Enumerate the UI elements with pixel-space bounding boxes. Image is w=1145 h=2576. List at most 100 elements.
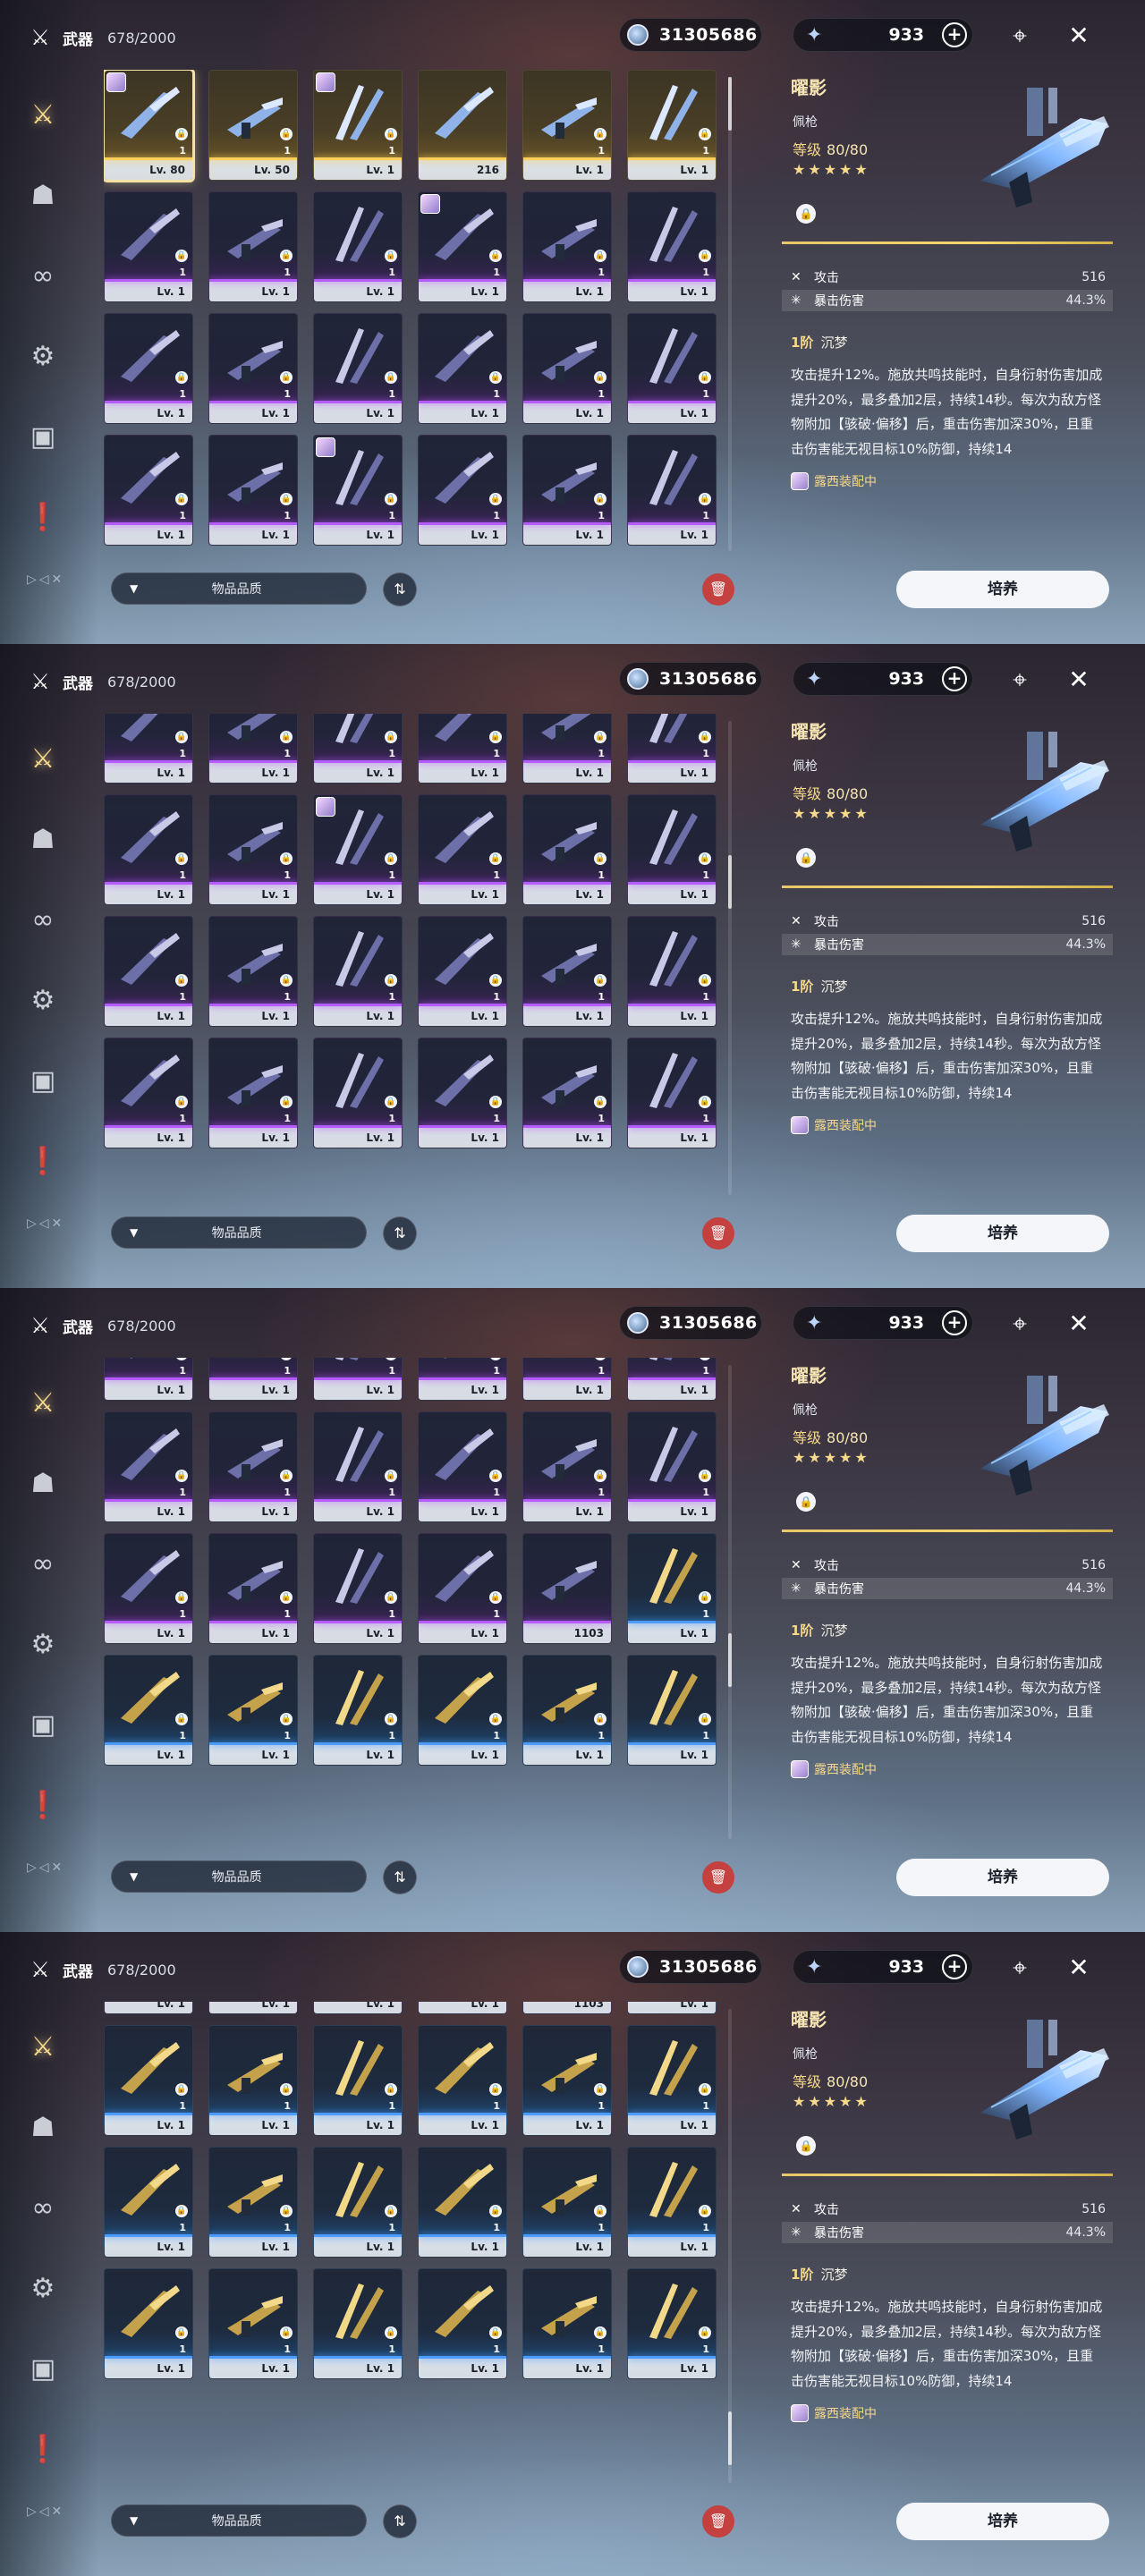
sidebar-item-weapon[interactable]: ⚔ bbox=[16, 732, 70, 785]
close-icon[interactable]: ✕ bbox=[1063, 1952, 1095, 1984]
sidebar-item-weapon[interactable]: ⚔ bbox=[16, 88, 70, 141]
weapon-card[interactable]: 🔒1Lv. 1 bbox=[208, 714, 298, 784]
sidebar-item-link[interactable]: ∞ bbox=[16, 1537, 70, 1590]
weapon-card[interactable]: 🔒1Lv. 1 bbox=[522, 1411, 612, 1522]
weapon-card[interactable]: 🔒1Lv. 1 bbox=[208, 435, 298, 546]
weapon-card[interactable]: 🔒1Lv. 1 bbox=[418, 313, 507, 424]
weapon-card[interactable]: 🔒1Lv. 1 bbox=[104, 794, 193, 905]
weapon-card[interactable]: 🔒1Lv. 1 bbox=[627, 1038, 717, 1148]
cultivate-button[interactable]: 培养 bbox=[896, 1215, 1109, 1252]
sidebar-item-link[interactable]: ∞ bbox=[16, 893, 70, 946]
weapon-card[interactable]: 🔒1Lv. 1 bbox=[418, 1358, 507, 1401]
sidebar-item-link[interactable]: ∞ bbox=[16, 2181, 70, 2234]
sidebar-item-material[interactable]: ▣ bbox=[16, 1054, 70, 1107]
weapon-card[interactable]: 🔒1Lv. 1 bbox=[313, 2268, 403, 2379]
add-currency-button[interactable]: + bbox=[942, 666, 967, 691]
weapon-card[interactable]: 🔒1Lv. 1 bbox=[627, 1358, 717, 1401]
weapon-card[interactable]: 🔒1Lv. 1 bbox=[522, 714, 612, 784]
weapon-card[interactable]: 🔒1Lv. 1 bbox=[104, 435, 193, 546]
sidebar-item-link[interactable]: ∞ bbox=[16, 249, 70, 302]
sidebar-item-device[interactable]: ⚙ bbox=[16, 1617, 70, 1671]
weapon-card[interactable]: 🔒1Lv. 1 bbox=[627, 2147, 717, 2258]
weapon-card[interactable]: 🔒1Lv. 1 bbox=[104, 313, 193, 424]
weapon-card[interactable]: 🔒1Lv. 1 bbox=[313, 191, 403, 302]
scrollbar-thumb[interactable] bbox=[728, 2411, 732, 2465]
sidebar-item-echo[interactable]: ☗ bbox=[16, 168, 70, 222]
sidebar-item-quest[interactable]: ❗ bbox=[16, 490, 70, 544]
weapon-card[interactable]: 🔒1Lv. 1 bbox=[522, 794, 612, 905]
sidebar-item-material[interactable]: ▣ bbox=[16, 2342, 70, 2395]
weapon-card[interactable]: 🔒1Lv. 1 bbox=[418, 1411, 507, 1522]
weapon-card[interactable]: 🔒1Lv. 1 bbox=[418, 2268, 507, 2379]
weapon-card[interactable]: 🔒1Lv. 1 bbox=[208, 916, 298, 1027]
weapon-card[interactable]: 🔒1Lv. 1 bbox=[313, 2002, 403, 2014]
weapon-card[interactable]: 1103 bbox=[522, 1533, 612, 1644]
quality-filter[interactable]: ▼ 物品品质 bbox=[111, 1860, 367, 1893]
weapon-card[interactable]: 🔒1Lv. 1 bbox=[418, 2147, 507, 2258]
sidebar-item-quest[interactable]: ❗ bbox=[16, 1778, 70, 1832]
weapon-card[interactable]: 🔒1Lv. 1 bbox=[522, 70, 612, 181]
sidebar-item-device[interactable]: ⚙ bbox=[16, 973, 70, 1027]
weapon-card[interactable]: 🔒1Lv. 1 bbox=[627, 435, 717, 546]
weapon-card[interactable]: 🔒1Lv. 1 bbox=[313, 794, 403, 905]
weapon-card[interactable]: 🔒1Lv. 1 bbox=[313, 2025, 403, 2136]
discard-button[interactable]: 🗑 bbox=[702, 2505, 734, 2538]
weapon-card[interactable]: 🔒1Lv. 1 bbox=[104, 1655, 193, 1766]
weapon-card[interactable]: 🔒1Lv. 1 bbox=[313, 2147, 403, 2258]
weapon-card[interactable]: 🔒1Lv. 1 bbox=[627, 1411, 717, 1522]
weapon-card[interactable]: 🔒1Lv. 1 bbox=[627, 916, 717, 1027]
weapon-card[interactable]: 🔒1Lv. 1 bbox=[104, 1358, 193, 1401]
weapon-card[interactable]: 🔒1Lv. 1 bbox=[522, 1038, 612, 1148]
scrollbar-thumb[interactable] bbox=[728, 77, 732, 131]
weapon-card[interactable]: 🔒1Lv. 1 bbox=[627, 2002, 717, 2014]
sidebar-item-weapon[interactable]: ⚔ bbox=[16, 2020, 70, 2073]
sidebar-item-device[interactable]: ⚙ bbox=[16, 329, 70, 383]
weapon-card[interactable]: 🔒1Lv. 1 bbox=[104, 2147, 193, 2258]
weapon-card[interactable]: 🔒1Lv. 1 bbox=[627, 1655, 717, 1766]
weapon-card[interactable]: 🔒1Lv. 1 bbox=[522, 435, 612, 546]
weapon-card[interactable]: 🔒1Lv. 1 bbox=[208, 1358, 298, 1401]
cultivate-button[interactable]: 培养 bbox=[896, 2503, 1109, 2540]
weapon-card[interactable]: 🔒1Lv. 1 bbox=[104, 191, 193, 302]
weapon-card[interactable]: 🔒1Lv. 1 bbox=[522, 2268, 612, 2379]
weapon-card[interactable]: 🔒1Lv. 1 bbox=[104, 2025, 193, 2136]
sort-order-button[interactable]: ⇅ bbox=[383, 1216, 417, 1250]
sort-order-button[interactable]: ⇅ bbox=[383, 2504, 417, 2538]
weapon-card[interactable]: 🔒1Lv. 1 bbox=[313, 1411, 403, 1522]
scrollbar-thumb[interactable] bbox=[728, 855, 732, 909]
sort-order-button[interactable]: ⇅ bbox=[383, 1860, 417, 1894]
currency-shell-credit[interactable]: 31305686 bbox=[619, 662, 762, 696]
weapon-card[interactable]: 🔒1Lv. 1 bbox=[104, 1038, 193, 1148]
weapon-card[interactable]: 🔒1Lv. 1 bbox=[418, 435, 507, 546]
currency-shell-credit[interactable]: 31305686 bbox=[619, 1950, 762, 1984]
quality-filter[interactable]: ▼ 物品品质 bbox=[111, 572, 367, 605]
weapon-grid[interactable]: 🔒 1 Lv. 1 🔒 1 Lv. 1 🔒 1 Lv. 1 🔒 1 Lv. 1 🔒 1 Lv. 1 🔒 1 Lv.… bbox=[104, 1358, 721, 1859]
weapon-card[interactable]: 🔒1Lv. 1 bbox=[627, 1533, 717, 1644]
add-currency-button[interactable]: + bbox=[942, 1310, 967, 1335]
weapon-card[interactable]: 🔒 1 Lv. 80 bbox=[104, 70, 195, 182]
weapon-card[interactable]: 🔒1Lv. 1 bbox=[104, 714, 193, 784]
weapon-card[interactable]: 🔒1Lv. 1 bbox=[522, 313, 612, 424]
weapon-card[interactable]: 🔒1Lv. 1 bbox=[627, 313, 717, 424]
add-currency-button[interactable]: + bbox=[942, 22, 967, 47]
weapon-card[interactable]: 1103 bbox=[522, 2002, 612, 2014]
scrollbar[interactable] bbox=[728, 721, 732, 1195]
scrollbar[interactable] bbox=[728, 77, 732, 551]
currency-astrite[interactable]: ✦ 933 + bbox=[793, 18, 973, 52]
lock-icon[interactable]: 🔒 bbox=[796, 848, 816, 868]
weapon-card[interactable]: 🔒1Lv. 1 bbox=[627, 2025, 717, 2136]
weapon-card[interactable]: 🔒1Lv. 1 bbox=[104, 916, 193, 1027]
sidebar-item-echo[interactable]: ☗ bbox=[16, 1456, 70, 1510]
sidebar-item-quest[interactable]: ❗ bbox=[16, 2422, 70, 2476]
weapon-grid[interactable]: 🔒 1 Lv. 1 🔒 1 Lv. 1 🔒 1 Lv. 1 🔒 1 Lv. 1 1103 🔒 1 Lv. 1 🔒… bbox=[104, 2002, 721, 2503]
sidebar-item-device[interactable]: ⚙ bbox=[16, 2261, 70, 2315]
weapon-card[interactable]: 🔒1Lv. 1 bbox=[522, 191, 612, 302]
weapon-card[interactable]: 🔒1Lv. 1 bbox=[627, 191, 717, 302]
weapon-card[interactable]: 🔒1Lv. 1 bbox=[104, 1411, 193, 1522]
quality-filter[interactable]: ▼ 物品品质 bbox=[111, 2504, 367, 2537]
weapon-card[interactable]: 🔒1Lv. 1 bbox=[208, 794, 298, 905]
lock-icon[interactable]: 🔒 bbox=[796, 204, 816, 224]
weapon-card[interactable]: 🔒1Lv. 1 bbox=[208, 2025, 298, 2136]
weapon-card[interactable]: 🔒1Lv. 1 bbox=[208, 2268, 298, 2379]
weapon-card[interactable]: 🔒1Lv. 1 bbox=[208, 2147, 298, 2258]
